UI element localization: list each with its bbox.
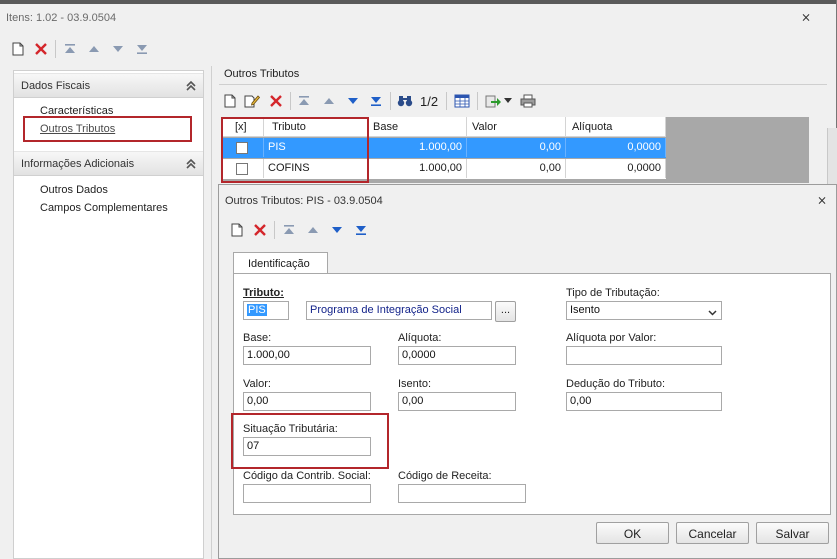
section-label: Dados Fiscais [21, 80, 91, 92]
move-up-icon[interactable] [320, 92, 338, 110]
highlight-box-grid [221, 117, 369, 183]
tributo-lookup-button[interactable]: ... [495, 301, 516, 322]
edit-document-icon[interactable] [243, 92, 261, 110]
toolbar-separator [477, 92, 478, 110]
grid-header-base[interactable]: Base [368, 117, 467, 137]
panel-title-rule [219, 84, 827, 85]
cell-base: 1.000,00 [368, 138, 467, 157]
tipo-tributacao-value: Isento [570, 304, 600, 316]
codigo-receita-label: Código de Receita: [398, 470, 492, 482]
cell-aliquota: 0,0000 [566, 138, 666, 157]
ok-button[interactable]: OK [596, 522, 669, 544]
pager-indicator: 1/2 [420, 94, 439, 109]
move-down-icon[interactable] [328, 221, 346, 239]
window-title: Itens: 1.02 - 03.9.0504 [6, 12, 117, 24]
tab-label: Identificação [248, 258, 310, 270]
isento-label: Isento: [398, 378, 432, 390]
isento-field[interactable]: 0,00 [398, 392, 516, 411]
sidebar-item-outros-dados[interactable]: Outros Dados [40, 184, 108, 196]
aliquota-por-valor-label: Alíquota por Valor: [566, 332, 657, 344]
delete-icon[interactable] [32, 40, 50, 58]
valor-field[interactable]: 0,00 [243, 392, 371, 411]
chevron-up-icon[interactable] [185, 79, 197, 94]
tipo-tributacao-select[interactable]: Isento [566, 301, 722, 320]
highlight-box-situacao [231, 413, 389, 469]
highlight-box-sidebar [23, 116, 192, 142]
chevron-up-icon[interactable] [185, 157, 197, 172]
base-field[interactable]: 1.000,00 [243, 346, 371, 365]
sidebar-section-dados-fiscais[interactable]: Dados Fiscais [14, 73, 203, 98]
aliquota-label: Alíquota: [398, 332, 442, 344]
dialog-outros-tributos-pis: Outros Tributos: PIS - 03.9.0504 ⨯ Ident… [218, 184, 837, 559]
dropdown-arrow-icon[interactable] [503, 92, 513, 110]
toolbar-separator [390, 92, 391, 110]
selected-text: PIS [247, 304, 267, 316]
grid-header-aliquota[interactable]: Alíquota [566, 117, 666, 137]
binoculars-icon[interactable] [396, 92, 414, 110]
cell-aliquota: 0,0000 [566, 159, 666, 178]
aliquota-por-valor-field[interactable] [566, 346, 722, 365]
panel-divider [211, 66, 212, 559]
printer-icon[interactable] [519, 92, 537, 110]
new-document-icon[interactable] [9, 40, 27, 58]
sidebar-item-campos-complementares[interactable]: Campos Complementares [40, 202, 168, 214]
delete-icon[interactable] [267, 92, 285, 110]
move-first-icon[interactable] [61, 40, 79, 58]
tributo-code-field[interactable]: PIS [243, 301, 289, 320]
deducao-field[interactable]: 0,00 [566, 392, 722, 411]
header-label: Alíquota [572, 121, 613, 133]
codigo-contrib-social-field[interactable] [243, 484, 371, 503]
header-label: Base [373, 121, 399, 133]
codigo-contrib-social-label: Código da Contrib. Social: [243, 470, 371, 482]
toolbar-separator [55, 40, 56, 58]
dialog-title: Outros Tributos: PIS - 03.9.0504 [225, 195, 383, 207]
move-last-icon[interactable] [133, 40, 151, 58]
move-up-icon[interactable] [85, 40, 103, 58]
sidebar: Dados Fiscais Características Outros Tri… [13, 70, 204, 559]
chevron-down-icon[interactable] [708, 307, 717, 319]
grid-header-valor[interactable]: Valor [467, 117, 566, 137]
cell-valor: 0,00 [467, 159, 566, 178]
tab-identificacao[interactable]: Identificação [233, 252, 328, 274]
deducao-label: Dedução do Tributo: [566, 378, 666, 390]
tipo-tributacao-label: Tipo de Tributação: [566, 287, 660, 299]
grid-view-icon[interactable] [453, 92, 471, 110]
toolbar-separator [274, 221, 275, 239]
move-down-icon[interactable] [344, 92, 362, 110]
aliquota-field[interactable]: 0,0000 [398, 346, 516, 365]
window-close-button[interactable]: ⨯ [801, 10, 811, 24]
cancel-button[interactable]: Cancelar [676, 522, 749, 544]
panel-title: Outros Tributos [224, 68, 300, 80]
cell-base: 1.000,00 [368, 159, 467, 178]
window-top-border [0, 0, 837, 4]
new-document-icon[interactable] [228, 221, 246, 239]
move-last-icon[interactable] [367, 92, 385, 110]
move-down-icon[interactable] [109, 40, 127, 58]
codigo-receita-field[interactable] [398, 484, 526, 503]
tributo-label: Tributo: [243, 287, 284, 299]
section-label: Informações Adicionais [21, 158, 135, 170]
new-document-icon[interactable] [221, 92, 239, 110]
base-label: Base: [243, 332, 272, 344]
sidebar-section-informacoes-adicionais[interactable]: Informações Adicionais [14, 151, 203, 176]
move-last-icon[interactable] [352, 221, 370, 239]
move-first-icon[interactable] [280, 221, 298, 239]
cell-valor: 0,00 [467, 138, 566, 157]
valor-label: Valor: [243, 378, 271, 390]
move-first-icon[interactable] [295, 92, 313, 110]
tab-panel: Tributo: PIS Programa de Integração Soci… [233, 273, 831, 515]
move-up-icon[interactable] [304, 221, 322, 239]
dialog-close-button[interactable]: ⨯ [817, 193, 827, 207]
header-label: Valor [472, 121, 497, 133]
save-button[interactable]: Salvar [756, 522, 829, 544]
export-icon[interactable] [484, 92, 502, 110]
toolbar-separator [290, 92, 291, 110]
toolbar-separator [446, 92, 447, 110]
tributo-description-field[interactable]: Programa de Integração Social [306, 301, 492, 320]
delete-icon[interactable] [251, 221, 269, 239]
